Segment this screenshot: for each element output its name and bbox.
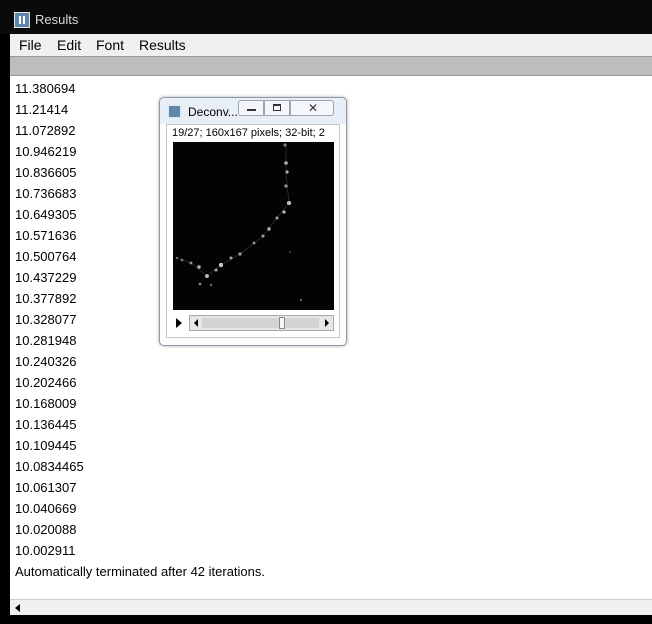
result-row: 10.377892	[15, 291, 77, 306]
title-bar[interactable]: Results	[0, 0, 652, 34]
scroll-left-arrow-icon[interactable]	[15, 604, 20, 612]
result-row: 10.109445	[15, 438, 77, 453]
maximize-button[interactable]	[264, 100, 290, 116]
result-row: 10.836605	[15, 165, 77, 180]
slider-right-arrow-icon[interactable]	[325, 319, 329, 327]
close-icon: ✕	[308, 101, 319, 115]
slider-thumb[interactable]	[278, 317, 285, 329]
result-row: 10.168009	[15, 396, 77, 411]
status-message: Automatically terminated after 42 iterat…	[15, 564, 266, 579]
result-row: 10.020088	[15, 522, 77, 537]
window-title: Results	[35, 12, 79, 27]
stack-slice-controls	[173, 315, 334, 331]
result-row: 10.061307	[15, 480, 77, 495]
result-row: 10.649305	[15, 207, 77, 222]
deconvolution-image-window[interactable]: Deconv... ✕ 19/27; 160x167 pixels; 32-bi…	[159, 97, 347, 346]
menu-results[interactable]: Results	[139, 37, 186, 53]
horizontal-scrollbar[interactable]	[10, 599, 652, 615]
result-row: 10.437229	[15, 270, 77, 285]
result-row: 11.380694	[15, 81, 76, 96]
result-row: 11.072892	[15, 123, 76, 138]
image-canvas[interactable]	[173, 142, 334, 310]
image-window-title: Deconv...	[188, 105, 238, 119]
menu-file[interactable]: File	[19, 37, 42, 53]
slice-slider[interactable]	[189, 315, 334, 331]
result-row: 10.736683	[15, 186, 77, 201]
menu-font[interactable]: Font	[96, 37, 124, 53]
window-bottom-border	[0, 615, 652, 624]
menu-bar: File Edit Font Results	[10, 34, 652, 57]
result-row: 10.281948	[15, 333, 77, 348]
play-animation-icon[interactable]	[176, 318, 182, 328]
close-button[interactable]: ✕	[290, 100, 334, 116]
result-row: 10.202466	[15, 375, 77, 390]
image-info-line: 19/27; 160x167 pixels; 32-bit; 2	[172, 127, 325, 139]
minimize-button[interactable]	[238, 100, 264, 116]
menu-edit[interactable]: Edit	[57, 37, 81, 53]
image-window-body: 19/27; 160x167 pixels; 32-bit; 2	[166, 124, 340, 338]
result-row: 10.136445	[15, 417, 77, 432]
result-row: 10.500764	[15, 249, 77, 264]
result-row: 10.571636	[15, 228, 77, 243]
maximize-icon	[273, 104, 281, 111]
result-row: 10.0834465	[15, 459, 84, 474]
result-row: 10.040669	[15, 501, 77, 516]
result-row: 10.328077	[15, 312, 77, 327]
result-row: 10.002911	[15, 543, 76, 558]
slider-track[interactable]	[202, 318, 319, 328]
result-row: 11.21414	[15, 102, 69, 117]
image-window-title-bar[interactable]: Deconv... ✕	[160, 98, 346, 124]
result-row: 10.946219	[15, 144, 77, 159]
minimize-icon	[247, 109, 256, 111]
column-header	[10, 56, 652, 76]
result-row: 10.240326	[15, 354, 77, 369]
slider-left-arrow-icon[interactable]	[194, 319, 198, 327]
imagej-window-icon	[168, 105, 181, 118]
imagej-app-icon	[14, 12, 30, 28]
